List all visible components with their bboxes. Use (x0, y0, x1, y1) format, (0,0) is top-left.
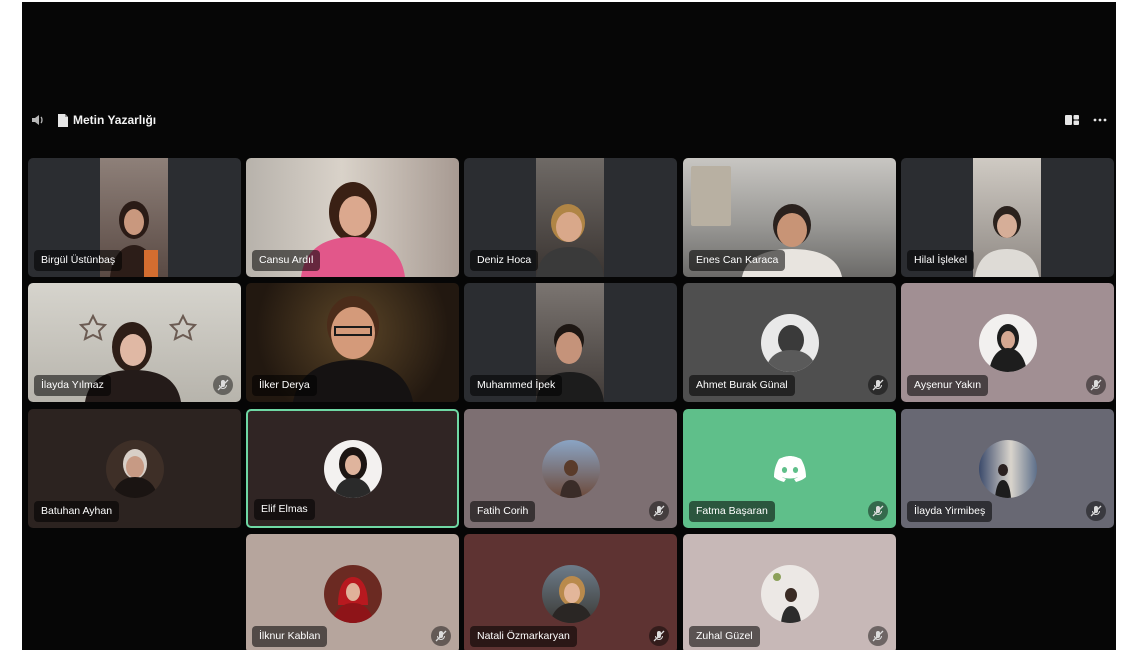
muted-badge (868, 501, 888, 521)
participant-name: İlknur Kablan (252, 626, 328, 647)
muted-badge (649, 501, 669, 521)
participant-tile[interactable]: Natali Özmarkaryan (464, 534, 677, 650)
channel-header: Metin Yazarlığı (22, 106, 1116, 134)
participant-tile[interactable]: Fatih Corih (464, 409, 677, 528)
participant-name: Fatih Corih (470, 501, 536, 522)
participant-name: Hilal İşlekel (907, 250, 975, 271)
participant-name: Fatma Başaran (689, 501, 775, 522)
mic-muted-icon (872, 505, 884, 517)
participant-name: Cansu Ardıl (252, 250, 321, 271)
participant-tile[interactable]: Hilal İşlekel (901, 158, 1114, 277)
participant-name: İlayda Yılmaz (34, 375, 111, 396)
participant-tile[interactable]: Cansu Ardıl (246, 158, 459, 277)
muted-badge (1086, 501, 1106, 521)
avatar (541, 564, 600, 623)
participant-tile[interactable]: Ahmet Burak Günal (683, 283, 896, 402)
mic-muted-icon (653, 505, 665, 517)
participant-tile[interactable]: İlayda Yılmaz (28, 283, 241, 402)
avatar (105, 439, 164, 498)
grid-layout-icon[interactable] (1064, 112, 1080, 128)
avatar (978, 439, 1037, 498)
person-silhouette (536, 204, 604, 277)
muted-badge (868, 375, 888, 395)
participant-name: Zuhal Güzel (689, 626, 760, 647)
avatar (323, 439, 382, 498)
participant-name: Enes Can Karaca (689, 250, 786, 271)
participant-name: Ayşenur Yakın (907, 375, 989, 396)
participant-name: Elif Elmas (254, 499, 315, 520)
person-silhouette (975, 206, 1039, 277)
avatar (760, 313, 819, 372)
participant-tile[interactable]: Batuhan Ayhan (28, 409, 241, 528)
participant-name: Birgül Üstünbaş (34, 250, 123, 271)
mic-muted-icon (872, 379, 884, 391)
avatar (760, 564, 819, 623)
mic-muted-icon (217, 379, 229, 391)
speaker-icon (32, 115, 43, 125)
participant-tile[interactable]: Enes Can Karaca (683, 158, 896, 277)
participant-tile[interactable]: İlknur Kablan (246, 534, 459, 650)
video-feed (973, 158, 1041, 277)
mic-muted-icon (872, 630, 884, 642)
mic-muted-icon (435, 630, 447, 642)
more-options-icon[interactable] (1092, 112, 1108, 128)
participant-tile[interactable]: Ayşenur Yakın (901, 283, 1114, 402)
muted-badge (868, 626, 888, 646)
participant-name: İlker Derya (252, 375, 317, 396)
participant-name: Deniz Hoca (470, 250, 539, 271)
participant-tile[interactable]: Deniz Hoca (464, 158, 677, 277)
participant-tile[interactable]: Birgül Üstünbaş (28, 158, 241, 277)
document-icon (58, 114, 68, 127)
video-feed (536, 158, 604, 277)
mic-muted-icon (1090, 379, 1102, 391)
participant-name: Batuhan Ayhan (34, 501, 120, 522)
muted-badge (213, 375, 233, 395)
participant-name: Natali Özmarkaryan (470, 626, 577, 647)
participant-tile[interactable]: Zuhal Güzel (683, 534, 896, 650)
participant-tile[interactable]: Muhammed İpek (464, 283, 677, 402)
voice-channel-stage: Metin Yazarlığı Birgül Üstünbaş Cansu Ar… (22, 2, 1116, 650)
mic-muted-icon (653, 630, 665, 642)
muted-badge (431, 626, 451, 646)
participant-name: Ahmet Burak Günal (689, 375, 795, 396)
discord-logo-icon (773, 455, 806, 482)
channel-title: Metin Yazarlığı (73, 113, 157, 127)
mic-muted-icon (1090, 505, 1102, 517)
background-fridge (691, 166, 731, 226)
participant-tile[interactable]: Fatma Başaran (683, 409, 896, 528)
participant-name: İlayda Yirmibeş (907, 501, 993, 522)
muted-badge (1086, 375, 1106, 395)
participant-tile[interactable]: İlker Derya (246, 283, 459, 402)
avatar (323, 564, 382, 623)
avatar (978, 313, 1037, 372)
participant-name: Muhammed İpek (470, 375, 563, 396)
participant-tile[interactable]: Elif Elmas (246, 409, 459, 528)
muted-badge (649, 626, 669, 646)
participant-tile[interactable]: İlayda Yirmibeş (901, 409, 1114, 528)
avatar (541, 439, 600, 498)
